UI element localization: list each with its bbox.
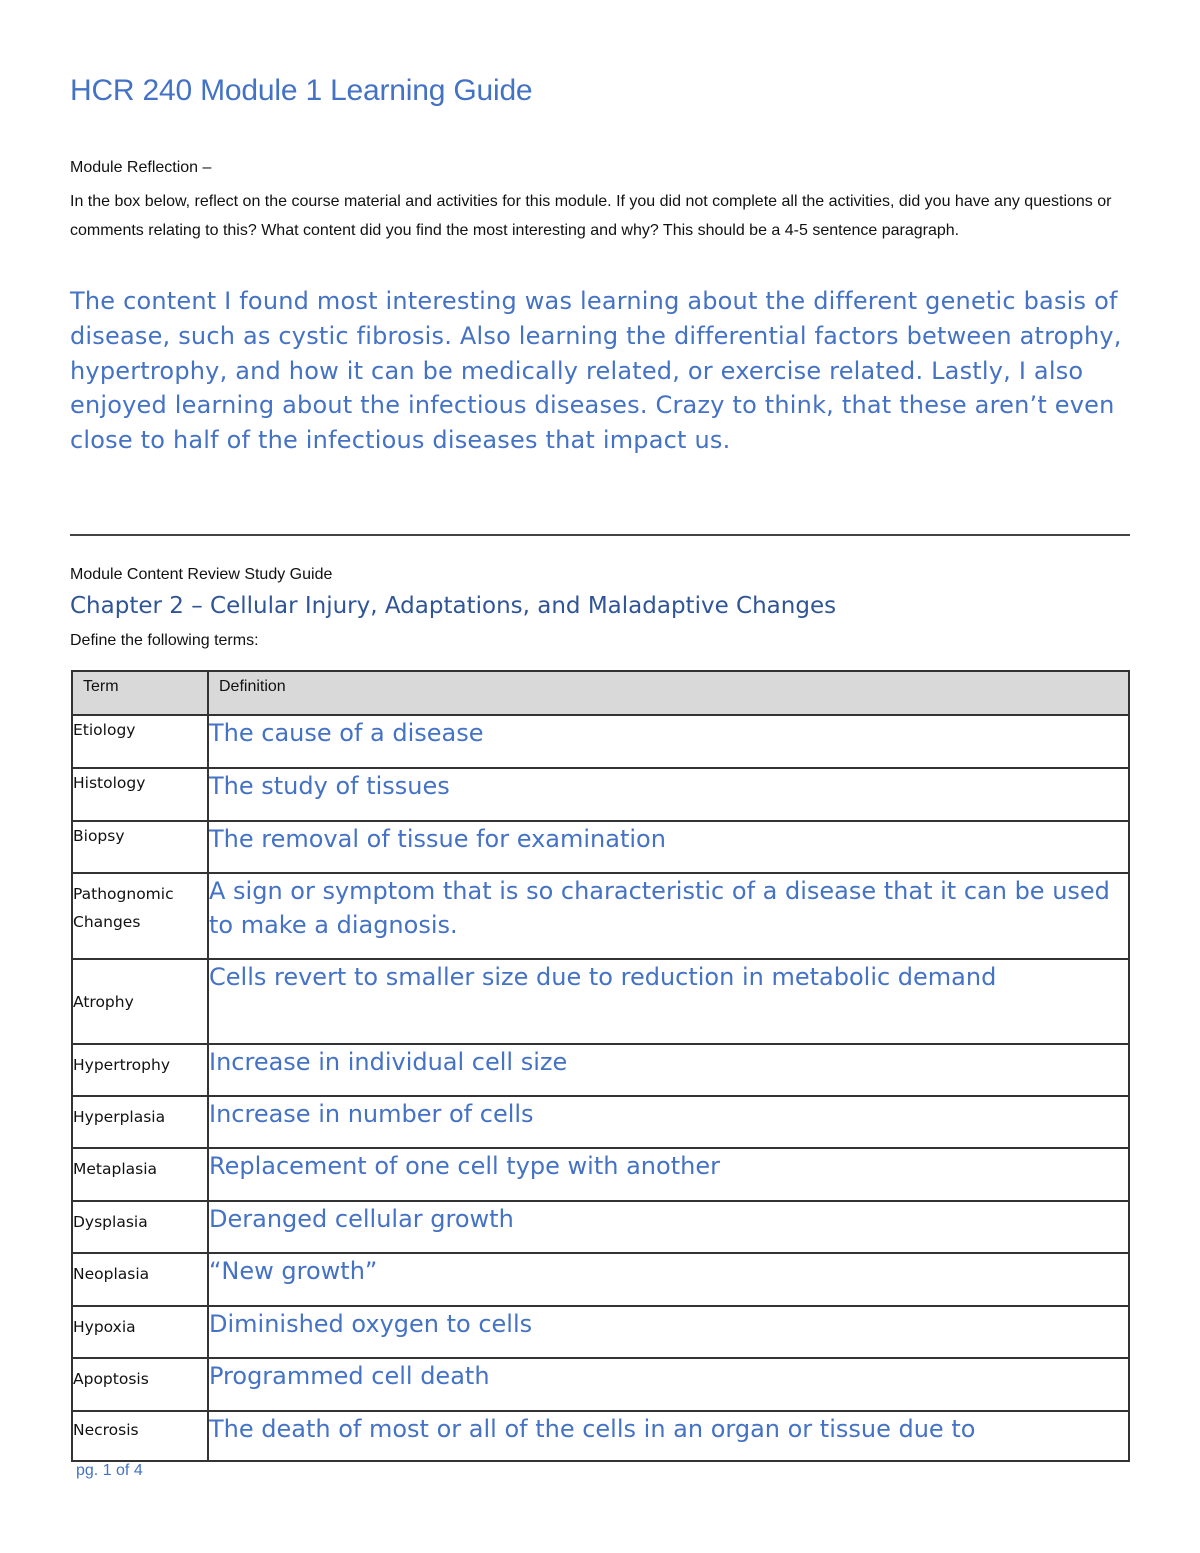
term-cell: Hyperplasia xyxy=(71,1095,209,1149)
table-row: Apoptosis Programmed cell death xyxy=(71,1357,1130,1412)
terms-table: Term Definition Etiology The cause of a … xyxy=(71,670,1130,1462)
table-row: Neoplasia “New growth” xyxy=(71,1252,1130,1307)
table-row: Histology The study of tissues xyxy=(71,767,1130,822)
table-row: Hypertrophy Increase in individual cell … xyxy=(71,1043,1130,1097)
page-indicator: pg. 1 of 4 xyxy=(76,1462,143,1479)
term-cell: Necrosis xyxy=(71,1410,209,1462)
define-prompt: Define the following terms: xyxy=(70,632,259,649)
term-cell: Atrophy xyxy=(71,958,209,1045)
term-cell: Hypertrophy xyxy=(71,1043,209,1097)
definition-cell[interactable]: “New growth” xyxy=(207,1252,1130,1307)
table-row: Dysplasia Deranged cellular growth xyxy=(71,1200,1130,1254)
chapter-title: Chapter 2 – Cellular Injury, Adaptations… xyxy=(70,593,837,619)
definition-cell[interactable]: Increase in number of cells xyxy=(207,1095,1130,1149)
review-label: Module Content Review Study Guide xyxy=(70,566,333,583)
term-cell: Neoplasia xyxy=(71,1252,209,1307)
term-cell: Apoptosis xyxy=(71,1357,209,1412)
reflection-label: Module Reflection – xyxy=(70,159,212,176)
definition-cell[interactable]: The removal of tissue for examination xyxy=(207,820,1130,874)
header-definition: Definition xyxy=(207,670,1130,716)
header-term: Term xyxy=(71,670,209,716)
table-row: Hypoxia Diminished oxygen to cells xyxy=(71,1305,1130,1359)
definition-cell[interactable]: Replacement of one cell type with anothe… xyxy=(207,1147,1130,1202)
document-page: HCR 240 Module 1 Learning Guide Module R… xyxy=(0,0,1200,1553)
table-row: Atrophy Cells revert to smaller size due… xyxy=(71,958,1130,1045)
term-cell: Histology xyxy=(71,767,209,822)
term-cell: Metaplasia xyxy=(71,1147,209,1202)
definition-cell[interactable]: The study of tissues xyxy=(207,767,1130,822)
term-cell: Pathognomic Changes xyxy=(71,872,209,960)
table-row: Hyperplasia Increase in number of cells xyxy=(71,1095,1130,1149)
table-row: Metaplasia Replacement of one cell type … xyxy=(71,1147,1130,1202)
reflection-answer[interactable]: The content I found most interesting was… xyxy=(70,284,1150,458)
table-row: Biopsy The removal of tissue for examina… xyxy=(71,820,1130,874)
term-cell: Biopsy xyxy=(71,820,209,874)
definition-cell[interactable]: The cause of a disease xyxy=(207,714,1130,769)
table-row: Necrosis The death of most or all of the… xyxy=(71,1410,1130,1462)
definition-cell[interactable]: Diminished oxygen to cells xyxy=(207,1305,1130,1359)
definition-cell[interactable]: The death of most or all of the cells in… xyxy=(207,1410,1130,1462)
definition-cell[interactable]: Programmed cell death xyxy=(207,1357,1130,1412)
term-cell: Dysplasia xyxy=(71,1200,209,1254)
definition-cell[interactable]: Deranged cellular growth xyxy=(207,1200,1130,1254)
definition-cell[interactable]: A sign or symptom that is so characteris… xyxy=(207,872,1130,960)
definition-cell[interactable]: Increase in individual cell size xyxy=(207,1043,1130,1097)
table-header-row: Term Definition xyxy=(71,670,1130,716)
reflection-instructions: In the box below, reflect on the course … xyxy=(70,193,1112,239)
term-cell: Hypoxia xyxy=(71,1305,209,1359)
definition-cell[interactable]: Cells revert to smaller size due to redu… xyxy=(207,958,1130,1045)
term-cell: Etiology xyxy=(71,714,209,769)
table-row: Pathognomic Changes A sign or symptom th… xyxy=(71,872,1130,960)
section-divider xyxy=(70,534,1130,536)
table-row: Etiology The cause of a disease xyxy=(71,714,1130,769)
document-title: HCR 240 Module 1 Learning Guide xyxy=(70,74,533,107)
